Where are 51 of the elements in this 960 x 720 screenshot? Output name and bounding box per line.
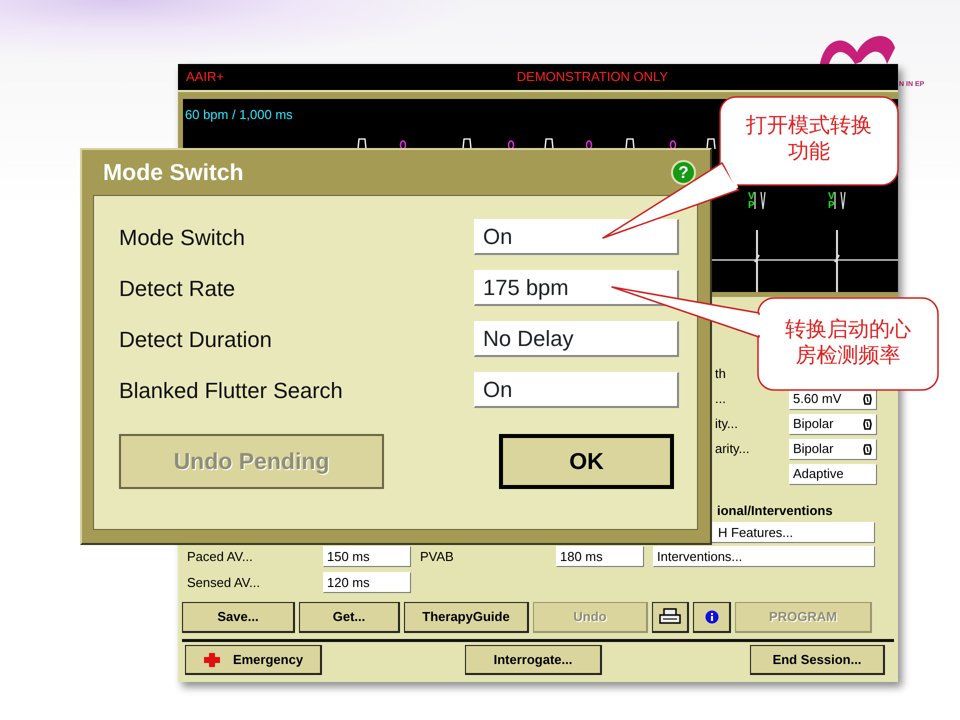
parameter-label: ... (715, 390, 727, 408)
rate-readout: 60 bpm / 1,000 ms (185, 106, 293, 124)
footer-button[interactable]: Interrogate... (465, 645, 602, 675)
info-icon (704, 610, 718, 624)
parameter-field[interactable]: Bipolar (789, 414, 877, 434)
setting-field[interactable]: On (474, 372, 679, 408)
field-value: Bipolar (793, 415, 834, 434)
emergency-button[interactable]: Emergency (185, 645, 322, 675)
demo-label: DEMONSTRATION ONLY (516, 68, 668, 86)
printer-icon (659, 608, 681, 626)
callout-text: 转换启动的心房检测频率 (784, 316, 912, 368)
parameter-field[interactable]: Adaptive (789, 464, 877, 484)
setting-label: Detect Duration (119, 326, 273, 354)
setting-label: Detect Rate (119, 274, 236, 302)
section-title: ional/Interventions (717, 502, 834, 518)
setting-label: Blanked Flutter Search (119, 376, 344, 404)
ok-button[interactable]: OK (499, 434, 674, 489)
toolbar-button[interactable]: TherapyGuide (404, 602, 529, 633)
pace-marker: VP (748, 193, 756, 210)
parameter-label: arity... (715, 440, 750, 458)
toolbar-button[interactable]: Get... (299, 602, 400, 633)
parameter-label: Paced AV... (187, 548, 254, 566)
field-value: 5.60 mV (793, 390, 842, 408)
footer-button[interactable]: End Session... (750, 645, 885, 675)
callout-text: 打开模式转换功能 (744, 112, 873, 164)
pace-marker: VP (828, 193, 836, 210)
info-button[interactable] (693, 602, 731, 633)
parameter-label: Sensed AV... (187, 574, 262, 592)
print-button[interactable] (652, 602, 689, 633)
mode-label: AAIR+ (186, 68, 224, 86)
help-button[interactable]: ? (671, 160, 696, 185)
parameter-field[interactable]: 150 ms (323, 546, 411, 567)
parameter-label: th (715, 365, 727, 384)
cycle-icon (862, 442, 873, 456)
parameter-field[interactable]: 120 ms (323, 572, 411, 593)
toolbar-button[interactable]: Save... (182, 602, 295, 633)
cross-icon (202, 652, 221, 668)
cycle-icon (862, 392, 873, 406)
parameter-label: PVAB (420, 548, 455, 566)
parameter-label: ity... (715, 415, 739, 434)
field-value: Bipolar (793, 440, 834, 458)
field-value: Adaptive (793, 465, 844, 484)
cycle-icon (862, 418, 873, 430)
link-field[interactable]: Interventions... (653, 546, 875, 567)
setting-field[interactable]: No Delay (474, 321, 679, 357)
parameter-field[interactable]: 180 ms (556, 546, 644, 567)
setting-field[interactable]: On (474, 219, 679, 255)
setting-field[interactable]: 175 bpm (474, 270, 679, 306)
setting-label: Mode Switch (119, 224, 246, 252)
parameter-field[interactable]: Bipolar (789, 438, 877, 460)
dialog-title: Mode Switch (103, 158, 244, 188)
